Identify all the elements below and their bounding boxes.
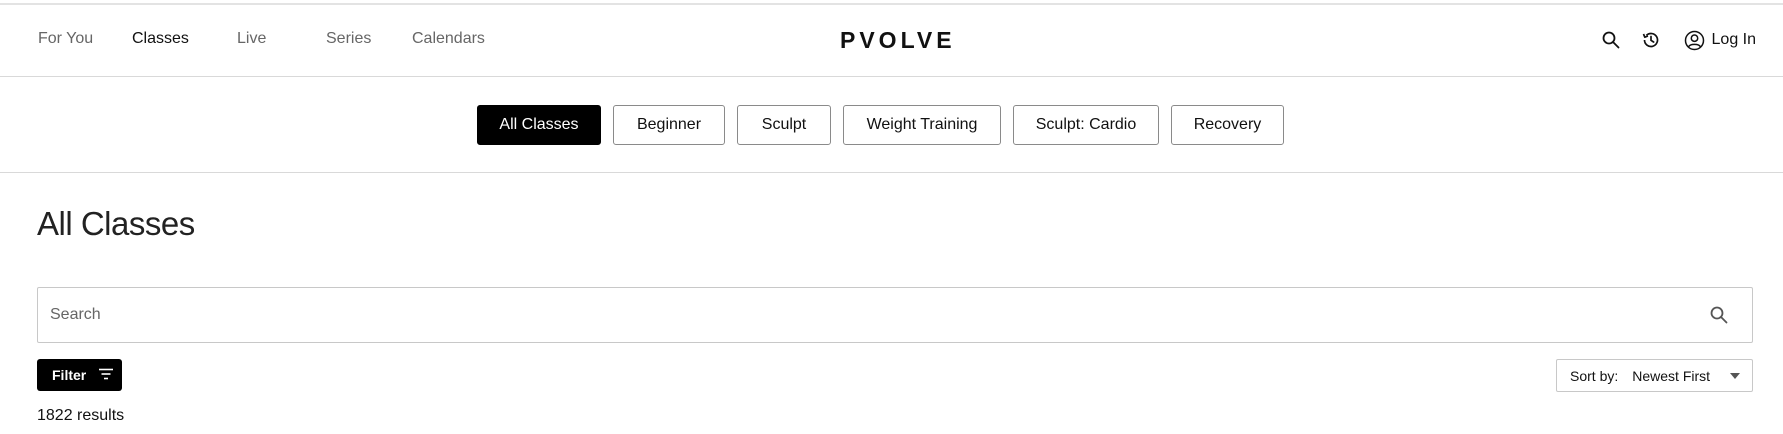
history-icon[interactable] [1640, 29, 1662, 51]
sort-label: Sort by: [1570, 367, 1619, 384]
login-link[interactable]: Log In [1684, 29, 1756, 51]
category-tabs: All Classes Beginner Sculpt Weight Train… [477, 105, 1296, 145]
category-bar: All Classes Beginner Sculpt Weight Train… [0, 77, 1783, 173]
caret-down-icon [1730, 373, 1740, 379]
category-weight-training[interactable]: Weight Training [843, 105, 1001, 145]
nav-link-classes[interactable]: Classes [132, 30, 237, 48]
search-input[interactable] [50, 288, 1690, 342]
nav-link-calendars[interactable]: Calendars [412, 30, 502, 48]
results-count: 1822 results [37, 407, 125, 424]
nav-actions: Log In [1600, 29, 1756, 51]
nav-link-for-you[interactable]: For You [38, 30, 132, 48]
filter-lines-icon [98, 367, 114, 383]
category-sculpt-cardio[interactable]: Sculpt: Cardio [1013, 105, 1159, 145]
search-submit-icon[interactable] [1708, 304, 1730, 326]
user-circle-icon [1684, 29, 1706, 51]
page-title: All Classes [37, 205, 195, 242]
sort-dropdown[interactable]: Sort by: Newest First [1556, 359, 1753, 392]
brand-logo[interactable]: PVOLVE [840, 27, 956, 54]
search-icon[interactable] [1600, 29, 1622, 51]
login-label: Log In [1711, 31, 1756, 48]
sort-value: Newest First [1632, 367, 1711, 384]
filter-label: Filter [52, 367, 87, 383]
top-navigation: For You Classes Live Series Calendars PV… [0, 5, 1783, 77]
primary-nav: For You Classes Live Series Calendars [38, 30, 502, 48]
category-recovery[interactable]: Recovery [1171, 105, 1284, 145]
nav-link-series[interactable]: Series [326, 30, 412, 48]
category-beginner[interactable]: Beginner [613, 105, 725, 145]
category-all-classes[interactable]: All Classes [477, 105, 601, 145]
filter-button[interactable]: Filter [37, 359, 122, 391]
category-sculpt[interactable]: Sculpt [737, 105, 831, 145]
nav-link-live[interactable]: Live [237, 30, 326, 48]
class-search [37, 287, 1753, 343]
